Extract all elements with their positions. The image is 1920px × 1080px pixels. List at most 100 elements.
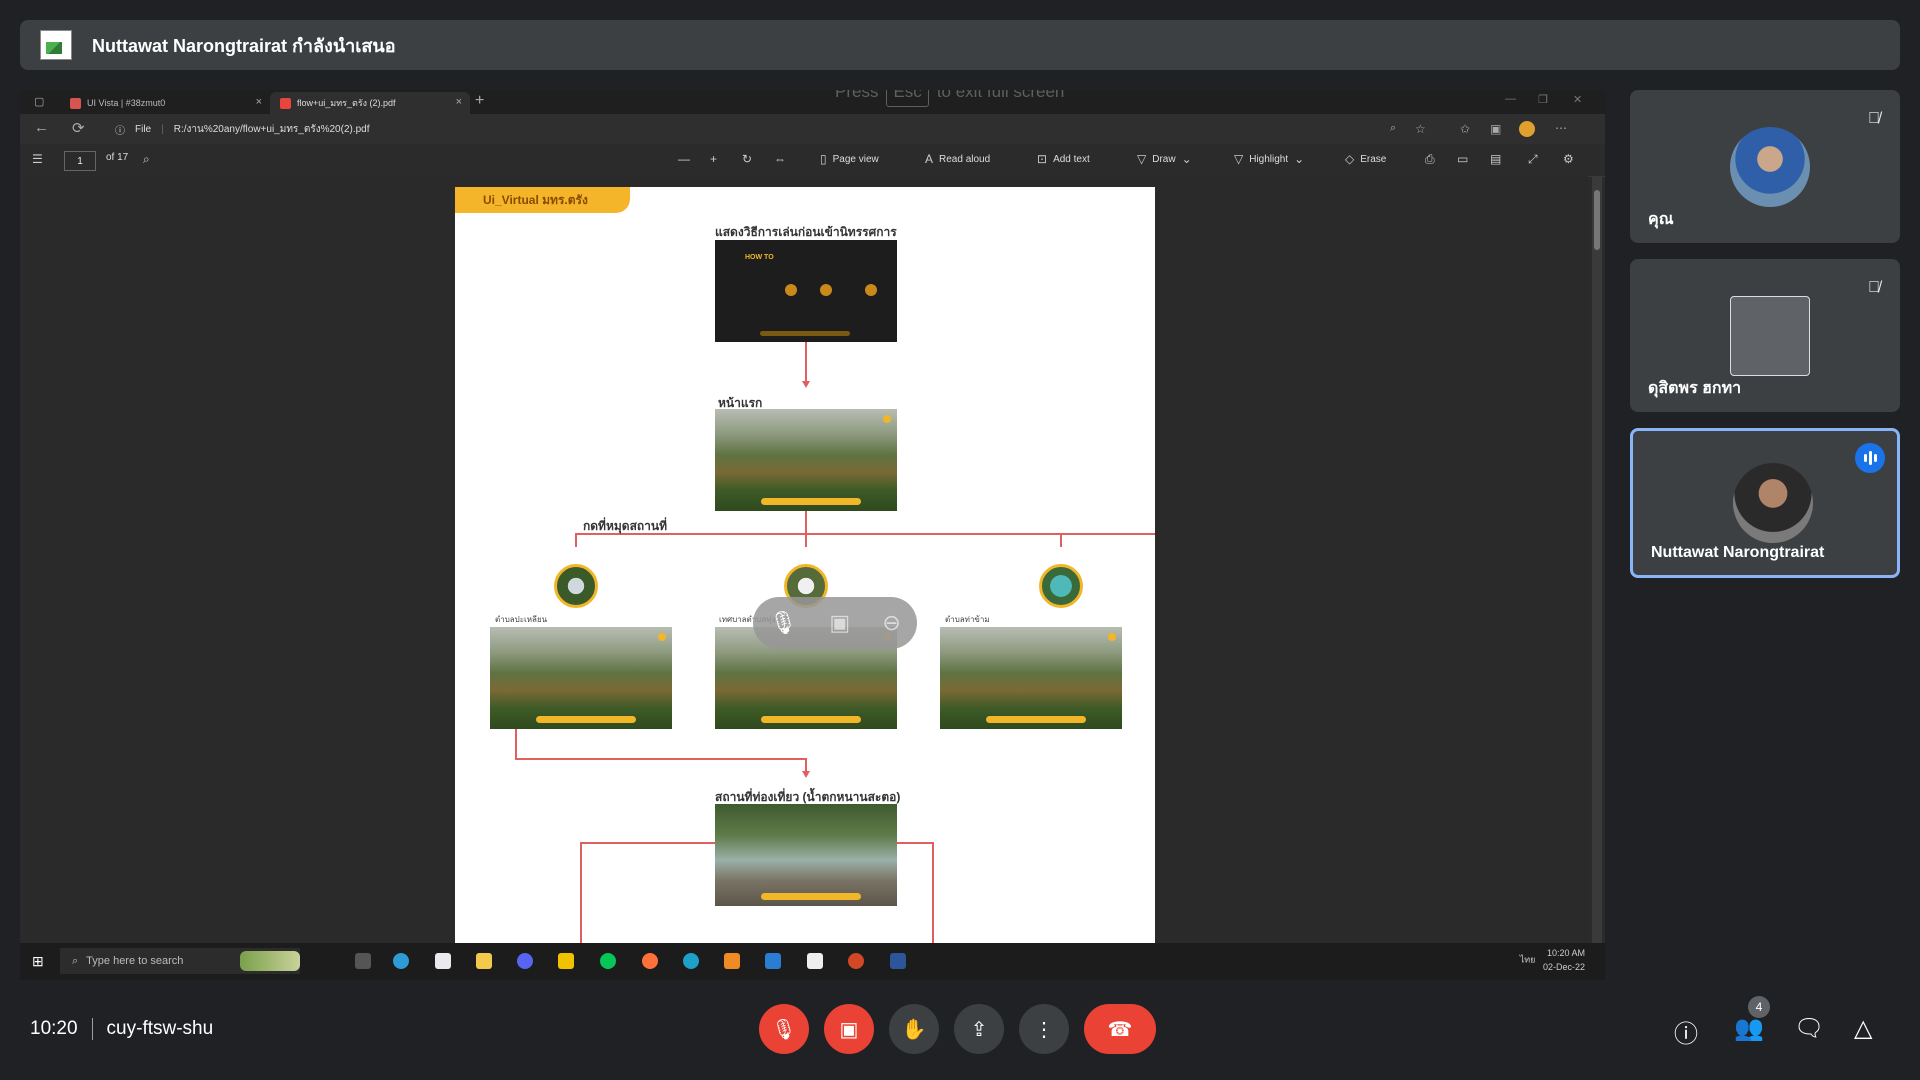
stop-sharing-icon[interactable]: ⊖ [882,610,900,636]
more-icon: ⋮ [1034,1018,1054,1041]
language-indicator[interactable]: ไทย [1520,954,1536,964]
profile-avatar[interactable] [1519,121,1535,137]
people-icon[interactable]: 👥 [1734,1014,1764,1043]
print-icon[interactable]: ⎙ [1425,152,1435,167]
draw-button[interactable]: ▽ Draw ⌄ [1137,152,1192,166]
mouse-cursor: ⬉ [955,318,967,334]
home-screenshot [715,409,897,511]
notion-icon[interactable] [807,953,823,969]
participant-name: Nuttawat Narongtrairat [1651,544,1825,561]
place-left-label: ตำบลปะเหลียน [495,615,548,624]
system-tray: ไทย 10:20 AM 02-Dec-22 [1520,946,1585,974]
close-window-icon[interactable]: ✕ [1573,93,1582,106]
read-aloud-button[interactable]: A Read aloud [925,152,990,166]
url-field[interactable]: ⓘ File | R:/งาน%20any/flow+ui_มทร_ตรัง%2… [115,118,1375,140]
camera-off-icon: ▣ [839,1018,859,1041]
place-thumb-left [554,564,598,608]
hand-icon: ✋ [901,1018,927,1041]
minimize-icon[interactable]: — [1505,93,1516,105]
app-icon[interactable] [435,953,451,969]
discord-icon[interactable] [517,953,533,969]
activities-icon[interactable]: △ [1854,1014,1872,1043]
browser-tab-pdf[interactable]: flow+ui_มทร_ตรัง (2).pdf × [270,92,470,114]
erase-button[interactable]: ◇ Erase [1345,152,1386,166]
mic-off-icon: 🎙 [771,1018,797,1041]
more-options-button[interactable]: ⋮ [1019,1004,1069,1054]
presenter-floating-controls: 🎙 ▣ ⊖ [753,597,917,649]
taskbar-date: 02-Dec-22 [1542,962,1585,972]
refresh-icon[interactable]: ⟳ [72,119,85,137]
place-right-label: ตำบลท่าข้าม [945,615,990,624]
new-tab-icon[interactable]: + [475,92,484,110]
chevron-down-icon: ⌄ [1181,152,1192,166]
end-call-icon: ☎ [1107,1018,1133,1041]
more-options-icon[interactable]: ⋯ [1555,121,1567,135]
end-call-button[interactable]: ☎ [1084,1004,1156,1054]
line-icon[interactable] [600,953,616,969]
close-tab-icon[interactable]: × [456,96,462,108]
fit-page-icon[interactable]: ⇔ [774,152,786,166]
mic-off-icon: 🎙̸ [1868,279,1880,296]
presentation-icon [40,30,72,60]
mic-off-icon: 🎙̸ [1868,110,1880,127]
highlight-button[interactable]: ▽ Highlight ⌄ [1234,152,1304,166]
file-explorer-icon[interactable] [476,953,492,969]
page-tag: Ui_Virtual มทร.ตรัง [455,187,630,213]
task-view-icon[interactable] [355,953,371,969]
page-number-input[interactable]: 1 [64,151,96,171]
participant-tile-presenter[interactable]: Nuttawat Narongtrairat [1630,428,1900,578]
participant-tile-you[interactable]: 🎙̸ คุณ [1630,90,1900,243]
save-as-icon[interactable]: ▤ [1490,152,1501,166]
draw-icon: ▽ [1137,152,1147,166]
add-text-button[interactable]: ⊡ Add text [1037,152,1090,166]
contents-icon[interactable]: ☰ [32,152,43,166]
zoom-icon[interactable]: ⌕ [1390,122,1396,135]
present-button[interactable]: ⇪ [954,1004,1004,1054]
place-right-screenshot [940,627,1122,729]
start-icon[interactable]: ⊞ [32,953,44,970]
fullscreen-icon[interactable]: ⤢ [1528,152,1538,167]
zoom-in-icon[interactable]: + [710,152,717,166]
collections-icon[interactable]: ▣ [1490,122,1501,136]
store-icon[interactable] [765,953,781,969]
edge-dev-icon[interactable] [683,953,699,969]
rotate-icon[interactable]: ↻ [742,152,752,166]
avatar [1730,127,1810,207]
maximize-icon[interactable]: ❐ [1538,93,1548,106]
participant-name: ดุสิตพร ฮกทา [1648,380,1742,397]
tab-actions-icon[interactable]: ▢ [34,95,44,108]
shared-screen: ▢ UI Vista | #38zmut0 × flow+ui_มทร_ตรัง… [20,90,1605,980]
word-icon[interactable] [890,953,906,969]
place-left-screenshot [490,627,672,729]
save-icon[interactable]: ▭ [1457,152,1468,166]
favorites-icon[interactable]: ✩ [1460,122,1470,136]
app-orange-icon[interactable] [724,953,740,969]
chat-icon[interactable]: 🗨 [1794,1014,1824,1043]
sticky-notes-icon[interactable] [558,953,574,969]
page-view-button[interactable]: ▯ Page view [820,152,879,166]
browser-tab-bar: ▢ UI Vista | #38zmut0 × flow+ui_มทร_ตรัง… [20,90,1605,114]
browser-tab-uivista[interactable]: UI Vista | #38zmut0 × [60,92,270,114]
chevron-down-icon: ⌄ [1294,152,1305,166]
close-tab-icon[interactable]: × [256,96,262,108]
firefox-icon[interactable] [642,953,658,969]
settings-icon[interactable]: ⚙ [1563,152,1574,166]
powerpoint-icon[interactable] [848,953,864,969]
search-highlight-icon [240,951,300,971]
pdf-scrollbar[interactable] [1592,176,1602,959]
highlight-icon: ▽ [1234,152,1244,166]
camera-off-icon[interactable]: ▣ [829,610,850,636]
zoom-out-icon[interactable]: — [678,152,690,166]
camera-toggle-button[interactable]: ▣ [824,1004,874,1054]
edge-icon[interactable] [393,953,409,969]
mic-toggle-button[interactable]: 🎙 [759,1004,809,1054]
intro-screenshot: HOW TO [715,240,897,342]
add-text-icon: ⊡ [1037,152,1048,166]
back-icon[interactable]: ← [34,119,49,136]
find-icon[interactable]: ⌕ [143,152,150,167]
mic-off-icon[interactable]: 🎙 [769,610,797,636]
raise-hand-button[interactable]: ✋ [889,1004,939,1054]
info-icon[interactable]: ⓘ [1674,1014,1698,1049]
participant-tile[interactable]: 🎙̸ ดุสิตพร ฮกทา [1630,259,1900,412]
favorite-icon[interactable]: ☆ [1415,122,1426,136]
